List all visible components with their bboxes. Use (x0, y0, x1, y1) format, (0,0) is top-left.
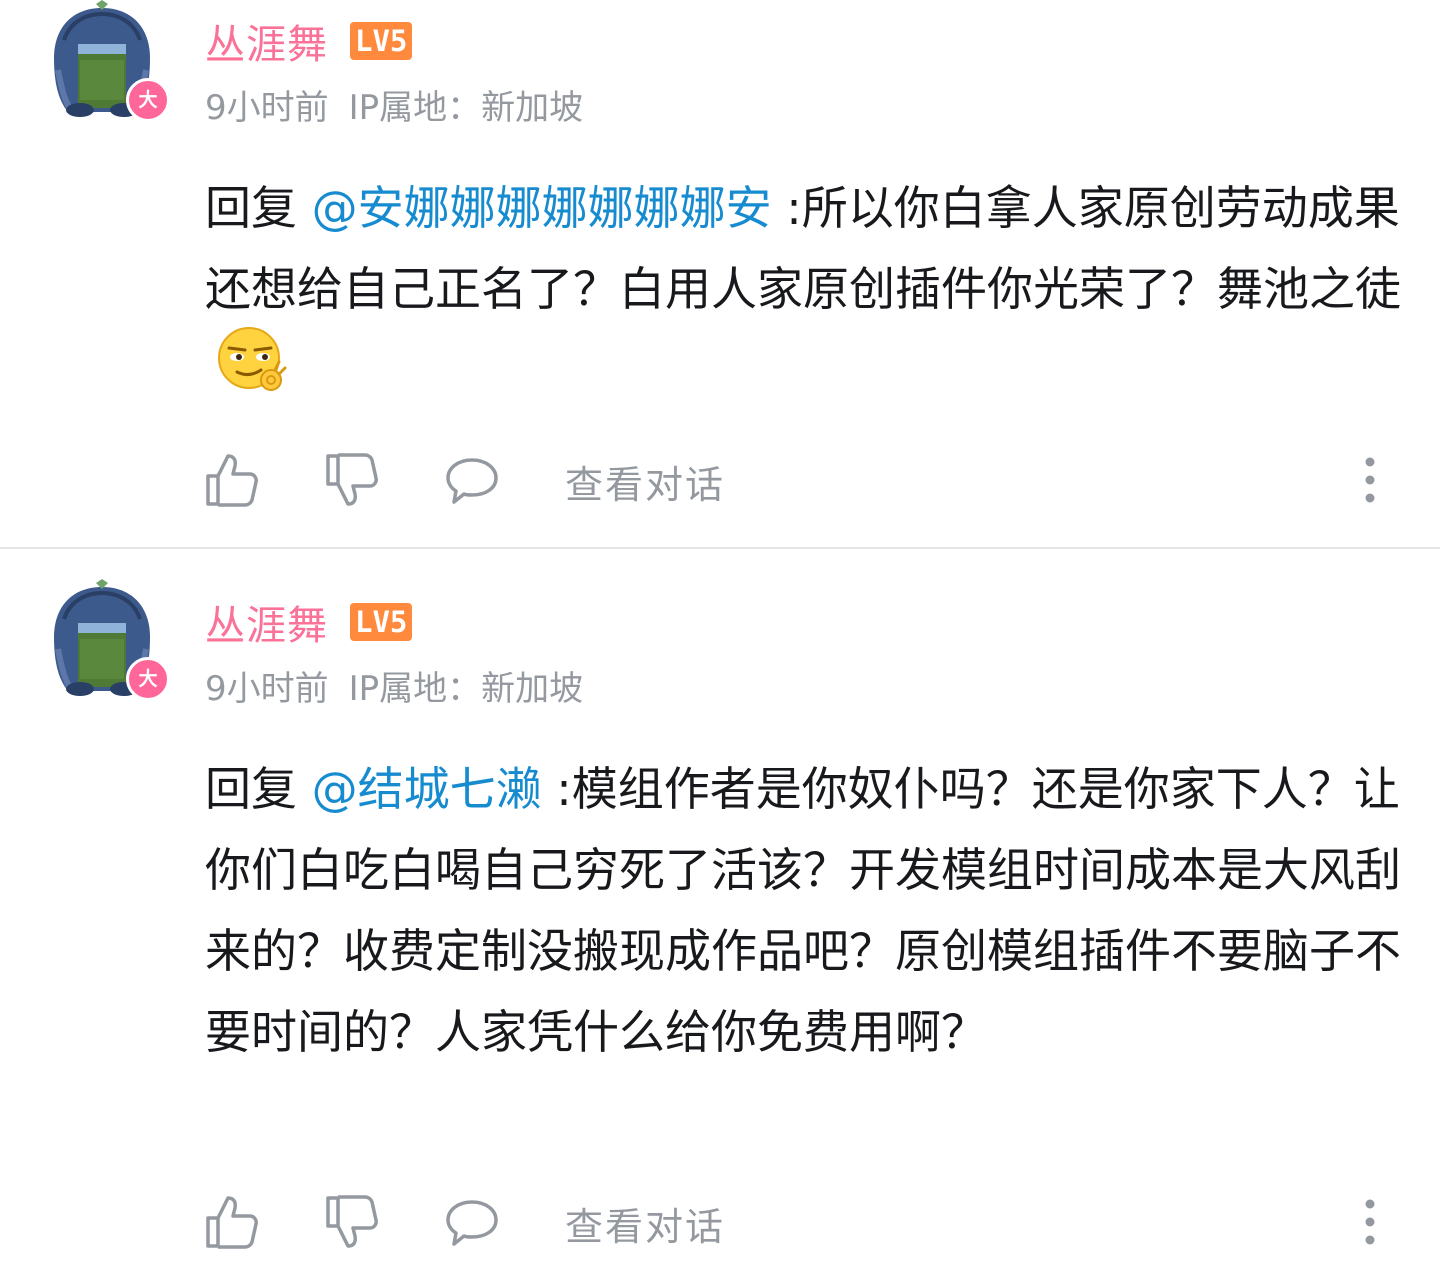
user-info-row: 丛涯舞 LV5 (205, 16, 413, 68)
comment-time: 9小时前 (205, 669, 329, 709)
level-badge: LV5 (350, 22, 413, 60)
thumbs-up-icon[interactable] (200, 450, 260, 510)
comment-text: 回复 @结城七濑 :模组作者是你奴仆吗？还是你家下人？让你们白吃白喝自己穷死了活… (205, 749, 1405, 1073)
comment-bubble-icon[interactable] (442, 450, 502, 510)
comment-meta: 9小时前 IP属地：新加坡 (205, 80, 583, 129)
ip-location: IP属地：新加坡 (348, 88, 584, 128)
comment-item: 大 丛涯舞 LV5 9小时前 IP属地：新加坡 回复 @安娜娜娜娜娜娜娜安 :所以… (0, 0, 1440, 547)
reply-prefix: 回复 (205, 762, 312, 816)
comment-item: 大 丛涯舞 LV5 9小时前 IP属地：新加坡 回复 @结城七濑 :模组作者是你奴… (0, 549, 1440, 1284)
user-info-row: 丛涯舞 LV5 (205, 597, 413, 649)
more-vertical-icon[interactable] (1358, 456, 1382, 504)
level-badge: LV5 (350, 603, 413, 641)
comment-time: 9小时前 (205, 88, 329, 128)
ip-location: IP属地：新加坡 (348, 669, 584, 709)
reply-prefix: 回复 (205, 181, 312, 235)
comment-meta: 9小时前 IP属地：新加坡 (205, 661, 583, 710)
thumbs-down-icon[interactable] (320, 1192, 380, 1252)
comment-actions: 查看对话 (200, 450, 1400, 510)
thumbs-down-icon[interactable] (320, 450, 380, 510)
username[interactable]: 丛涯舞 (205, 12, 328, 70)
view-thread-link[interactable]: 查看对话 (565, 454, 725, 509)
mention-link[interactable]: @结城七濑 (312, 762, 542, 816)
comment-text: 回复 @安娜娜娜娜娜娜娜安 :所以你白拿人家原创劳动成果还想给自己正名了？白用人… (205, 168, 1405, 427)
more-vertical-icon[interactable] (1358, 1198, 1382, 1246)
avatar[interactable]: 大 (50, 0, 170, 122)
comment-bubble-icon[interactable] (442, 1192, 502, 1252)
comment-actions: 查看对话 (200, 1192, 1400, 1252)
avatar-badge: 大 (126, 657, 170, 701)
mention-link[interactable]: @安娜娜娜娜娜娜娜安 (312, 181, 772, 235)
username[interactable]: 丛涯舞 (205, 593, 328, 651)
view-thread-link[interactable]: 查看对话 (565, 1196, 725, 1251)
avatar[interactable]: 大 (50, 579, 170, 701)
smirk-ok-emoji (215, 324, 287, 421)
thumbs-up-icon[interactable] (200, 1192, 260, 1252)
avatar-badge: 大 (126, 78, 170, 122)
